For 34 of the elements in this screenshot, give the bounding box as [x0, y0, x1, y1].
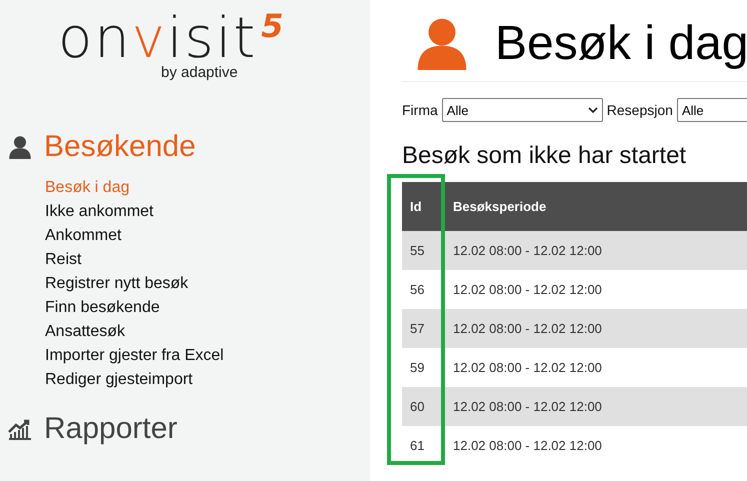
table-cell-text: 12.02 08:00 - 12.02 12:00 [452, 437, 603, 455]
table-cell-text: 12.02 08:00 - 12.02 12:00 [452, 242, 603, 260]
table-cell-text: 57 [409, 320, 426, 338]
table-cell-text: 12.02 08:00 - 12.02 12:00 [452, 281, 603, 299]
sidebar-link[interactable]: Reist [45, 248, 82, 272]
person-icon [8, 135, 32, 159]
sidebar-link[interactable]: Finn besøkende [45, 296, 160, 320]
table-cell-text: 56 [409, 281, 426, 299]
table-cell-text: 61 [409, 437, 426, 455]
table-cell-text: 60 [409, 398, 426, 416]
section-heading[interactable]: Rapporter [44, 412, 178, 446]
table-cell-text: 12.02 08:00 - 12.02 12:00 [452, 320, 603, 338]
filter-label: Resepsjon [606, 102, 673, 118]
logo-tagline: by adaptive [161, 64, 238, 81]
filter-select[interactable]: Alle [442, 98, 603, 122]
sidebar-link[interactable]: Ansattesøk [45, 320, 126, 344]
column-header: Besøksperiode [452, 198, 548, 216]
table-title: Besøk som ikke har startet [402, 142, 688, 170]
filter-select[interactable]: Alle [676, 98, 747, 122]
sidebar-link[interactable]: Registrer nytt besøk [45, 272, 188, 296]
filter-label: Firma [402, 102, 438, 118]
column-header: Id [409, 198, 423, 216]
sidebar-link[interactable]: Ikke ankommet [45, 200, 154, 224]
table-cell-text: 59 [409, 359, 426, 377]
sidebar-link[interactable]: Importer gjester fra Excel [45, 344, 224, 368]
chevron-down-icon [588, 107, 598, 113]
sidebar-link[interactable]: Ankommet [45, 224, 122, 248]
table-cell-text: 12.02 08:00 - 12.02 12:00 [452, 398, 603, 416]
sidebar-link[interactable]: Rediger gjesteimport [45, 368, 193, 392]
chart-icon [8, 418, 32, 440]
table-cell-text: 55 [409, 242, 426, 260]
page-title: Besøk i dag [495, 16, 747, 70]
person-icon [415, 16, 469, 70]
table-cell-text: 12.02 08:00 - 12.02 12:00 [452, 359, 603, 377]
